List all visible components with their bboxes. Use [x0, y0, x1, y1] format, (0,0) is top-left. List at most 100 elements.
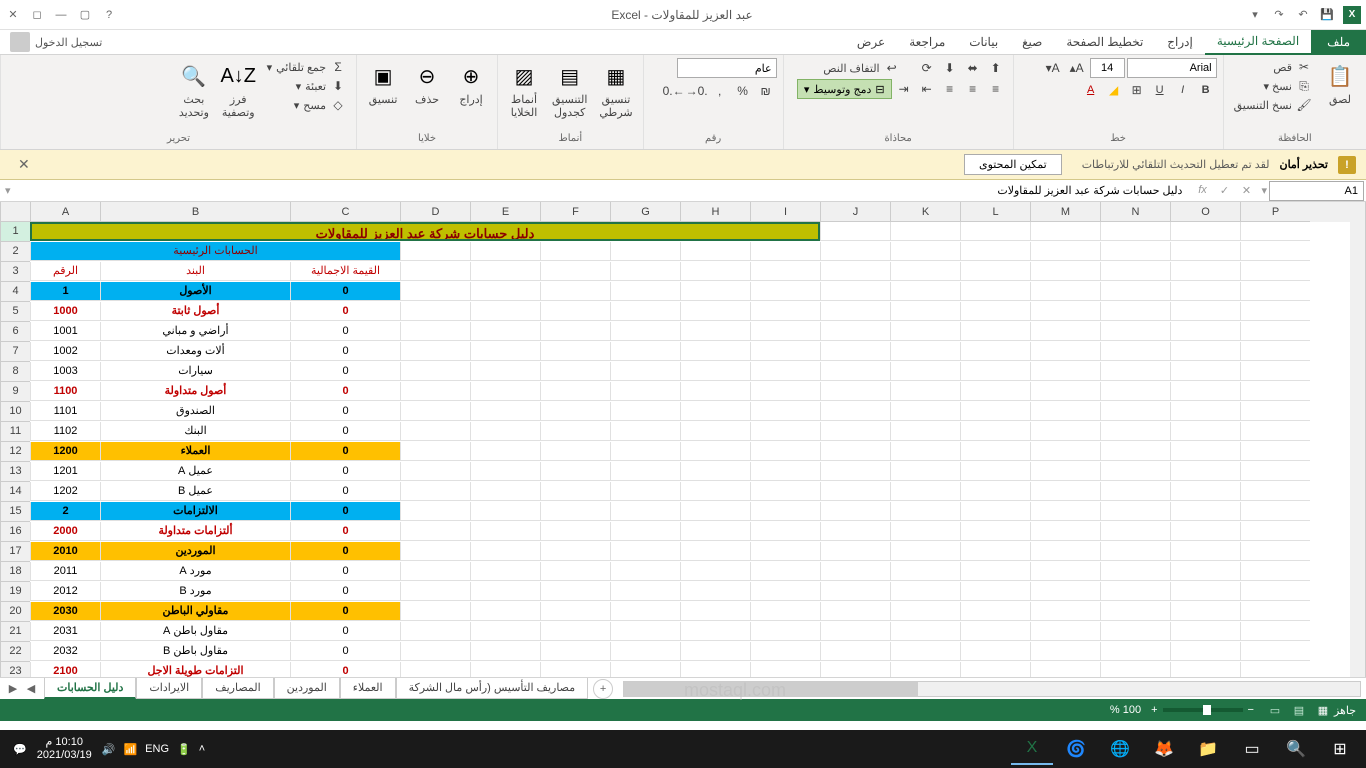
row-header[interactable]: 5: [0, 302, 30, 322]
chrome-button[interactable]: 🌐: [1099, 733, 1141, 765]
table-row[interactable]: 2032مقاول باطن B022: [0, 642, 1350, 662]
qat-dropdown-icon[interactable]: ▾: [1247, 7, 1263, 23]
cancel-formula-button[interactable]: ✕: [1236, 184, 1256, 197]
sheet-tab[interactable]: دليل الحسابات: [44, 678, 136, 699]
redo-icon[interactable]: ↷: [1271, 7, 1287, 23]
row-header[interactable]: 10: [0, 402, 30, 422]
vertical-scrollbar[interactable]: [1350, 202, 1366, 677]
notifications-icon[interactable]: 💬: [13, 743, 27, 756]
col-header-J[interactable]: J: [820, 202, 890, 222]
indent-increase-icon[interactable]: ⇥: [893, 79, 915, 99]
sheet-tab[interactable]: مصاريف التأسيس (رأس مال الشركة: [396, 678, 589, 699]
col-header-K[interactable]: K: [890, 202, 960, 222]
view-tab[interactable]: عرض: [845, 30, 897, 54]
row-header[interactable]: 14: [0, 482, 30, 502]
zoom-in-button[interactable]: +: [1151, 704, 1157, 716]
table-row[interactable]: 1002ألات ومعدات07: [0, 342, 1350, 362]
conditional-format-button[interactable]: ▦تنسيق شرطي: [595, 58, 636, 122]
align-middle-icon[interactable]: ⬌: [962, 58, 984, 78]
col-header-H[interactable]: H: [680, 202, 750, 222]
font-name-select[interactable]: [1127, 58, 1217, 78]
col-header-N[interactable]: N: [1100, 202, 1170, 222]
col-header-G[interactable]: G: [610, 202, 680, 222]
tray-date[interactable]: 2021/03/19: [37, 749, 92, 762]
fill-button[interactable]: ⬇تعبئة ▾: [263, 77, 350, 95]
row-header[interactable]: 17: [0, 542, 30, 562]
format-cells-button[interactable]: ▣تنسيق: [363, 58, 403, 109]
percent-icon[interactable]: %: [732, 81, 754, 101]
file-explorer-button[interactable]: 📁: [1187, 733, 1229, 765]
close-icon[interactable]: ✕: [5, 7, 21, 23]
name-box[interactable]: [1269, 181, 1364, 201]
paste-button[interactable]: 📋 لصق: [1320, 58, 1360, 109]
search-button[interactable]: 🔍: [1275, 733, 1317, 765]
review-tab[interactable]: مراجعة: [897, 30, 957, 54]
table-row[interactable]: 2010الموردين017: [0, 542, 1350, 562]
lang-indicator[interactable]: ENG: [145, 743, 169, 755]
tray-chevron-icon[interactable]: ˄: [199, 743, 205, 755]
table-row[interactable]: 1003سيارات08: [0, 362, 1350, 382]
firefox-button[interactable]: 🦊: [1143, 733, 1185, 765]
fill-color-button[interactable]: ◢: [1103, 80, 1125, 100]
font-color-button[interactable]: A: [1080, 80, 1102, 100]
format-table-button[interactable]: ▤التنسيق كجدول: [548, 58, 591, 122]
border-button[interactable]: ⊞: [1126, 80, 1148, 100]
find-select-button[interactable]: 🔍بحث وتحديد: [174, 58, 214, 122]
formulas-tab[interactable]: صيغ: [1010, 30, 1054, 54]
col-header-D[interactable]: D: [400, 202, 470, 222]
help-icon[interactable]: ?: [101, 7, 117, 23]
sheet-tab[interactable]: العملاء: [340, 678, 396, 699]
battery-icon[interactable]: 🔋: [177, 743, 191, 756]
enable-content-button[interactable]: تمكين المحتوى: [964, 154, 1062, 175]
row-header[interactable]: 6: [0, 322, 30, 342]
col-header-B[interactable]: B: [100, 202, 290, 222]
row-header[interactable]: 16: [0, 522, 30, 542]
sheet-tab[interactable]: الموردين: [274, 678, 340, 699]
table-row[interactable]: الحسابات الرئيسية2: [0, 242, 1350, 262]
col-header-P[interactable]: P: [1240, 202, 1310, 222]
table-row[interactable]: 1001أراضي و مباني06: [0, 322, 1350, 342]
system-tray[interactable]: ˄ 🔋 ENG 📶 🔊 10:10 م 2021/03/19 💬: [5, 736, 213, 762]
zoom-control[interactable]: − +: [1151, 704, 1254, 716]
table-row[interactable]: 1000أصول ثابتة05: [0, 302, 1350, 322]
table-row[interactable]: 2031مقاول باطن A021: [0, 622, 1350, 642]
table-row[interactable]: الرقمالبندالقيمة الاجمالية3: [0, 262, 1350, 282]
grow-font-icon[interactable]: A▴: [1066, 58, 1088, 78]
wifi-icon[interactable]: 📶: [123, 743, 137, 756]
column-headers[interactable]: ABCDEFGHIJKLMNOP: [30, 202, 1350, 222]
row-header[interactable]: 9: [0, 382, 30, 402]
sheet-tab[interactable]: المصاريف: [202, 678, 273, 699]
format-painter-button[interactable]: 🖌نسخ التنسيق: [1230, 96, 1316, 114]
table-row[interactable]: 2012مورد B019: [0, 582, 1350, 602]
formula-input[interactable]: [16, 181, 1188, 201]
merge-center-button[interactable]: ⊟دمج وتوسيط ▾: [797, 79, 892, 99]
col-header-C[interactable]: C: [290, 202, 400, 222]
table-row[interactable]: 1100أصول متداولة09: [0, 382, 1350, 402]
row-header[interactable]: 1: [0, 222, 30, 242]
zoom-level[interactable]: 100 %: [1110, 704, 1141, 716]
align-bottom-icon[interactable]: ⬇: [939, 58, 961, 78]
task-view-button[interactable]: ▭: [1231, 733, 1273, 765]
clear-button[interactable]: ◇مسح ▾: [263, 96, 350, 114]
row-header[interactable]: 8: [0, 362, 30, 382]
autosum-button[interactable]: Σجمع تلقائي ▾: [263, 58, 350, 76]
table-row[interactable]: 1200العملاء012: [0, 442, 1350, 462]
undo-icon[interactable]: ↶: [1295, 7, 1311, 23]
wrap-text-button[interactable]: ↩التفاف النص: [819, 58, 903, 78]
row-header[interactable]: 4: [0, 282, 30, 302]
row-header[interactable]: 2: [0, 242, 30, 262]
table-row[interactable]: 2011مورد A018: [0, 562, 1350, 582]
save-icon[interactable]: 💾: [1319, 7, 1335, 23]
comma-icon[interactable]: ,: [709, 81, 731, 101]
tab-nav-next[interactable]: ▶: [5, 682, 21, 695]
table-row[interactable]: 2100التزامات طويلة الاجل023: [0, 662, 1350, 677]
delete-cells-button[interactable]: ⊖حذف: [407, 58, 447, 109]
increase-decimal-icon[interactable]: .0→: [686, 81, 708, 101]
sort-filter-button[interactable]: A↓Zفرز وتصفية: [218, 58, 259, 122]
excel-taskbar-button[interactable]: X: [1011, 733, 1053, 765]
sheet-tab[interactable]: الايرادات: [136, 678, 202, 699]
zoom-slider[interactable]: [1163, 708, 1243, 712]
align-right-icon[interactable]: ≡: [985, 79, 1007, 99]
row-header[interactable]: 3: [0, 262, 30, 282]
home-tab[interactable]: الصفحة الرئيسية: [1205, 29, 1311, 55]
